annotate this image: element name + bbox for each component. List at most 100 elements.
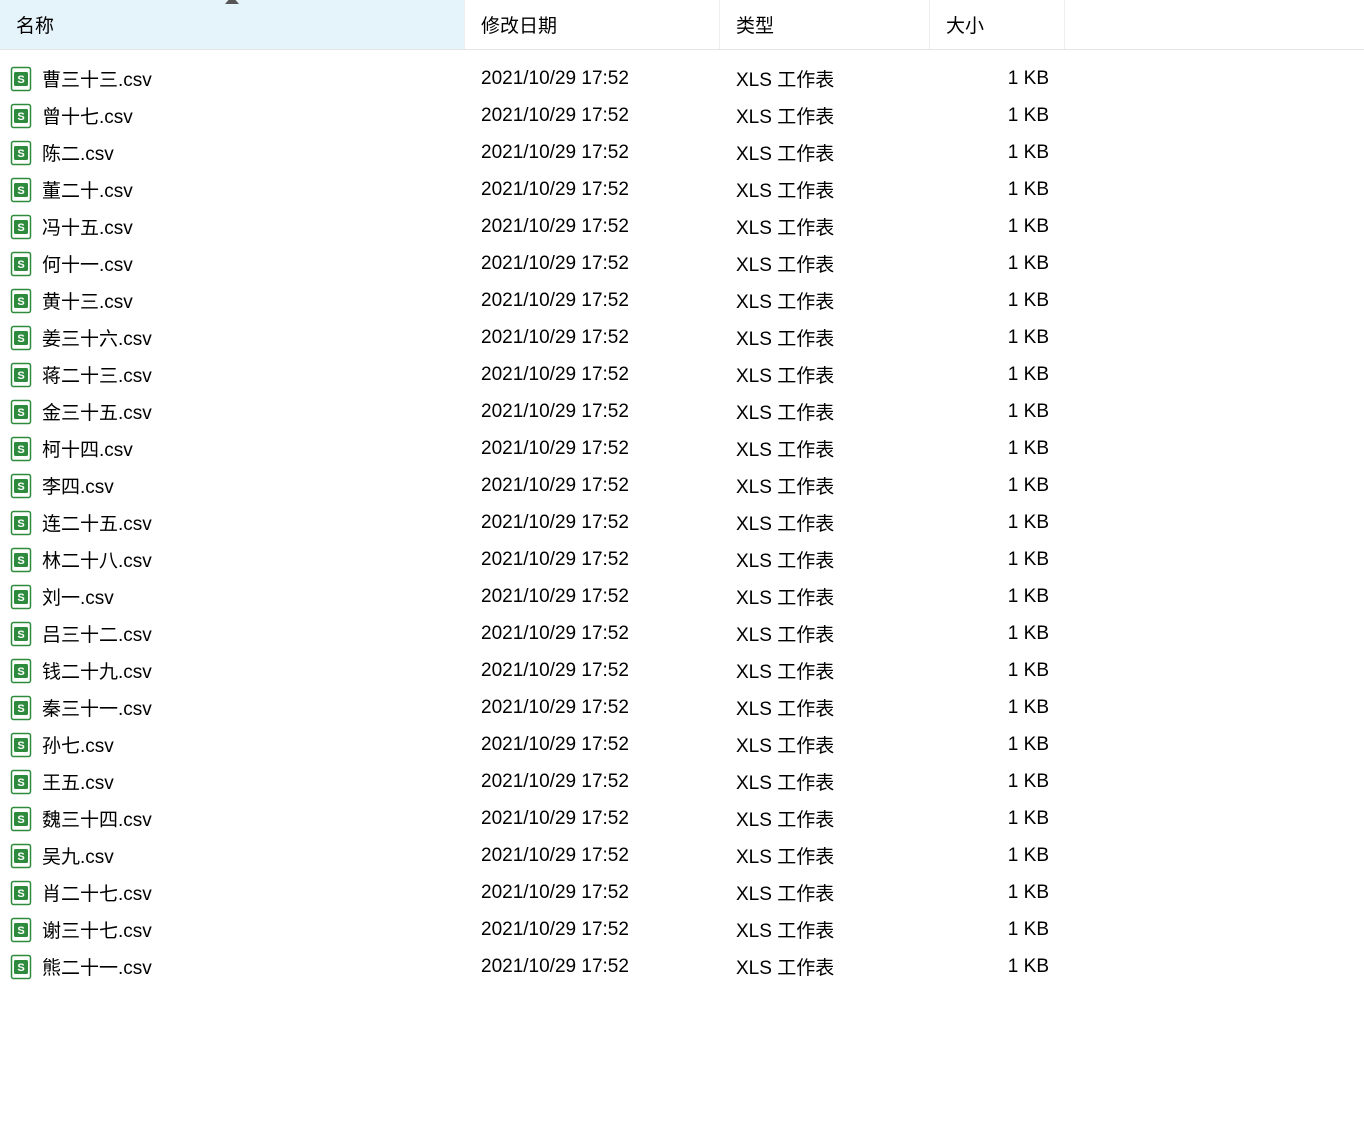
file-name-text: 林二十八.csv	[42, 546, 152, 573]
svg-text:S: S	[17, 370, 24, 382]
file-date-cell: 2021/10/29 17:52	[465, 512, 720, 534]
file-name-cell: S 吴九.csv	[0, 842, 465, 869]
file-size-cell: 1 KB	[930, 68, 1065, 90]
file-row[interactable]: S 秦三十一.csv2021/10/29 17:52XLS 工作表1 KB	[0, 689, 1364, 726]
svg-text:S: S	[17, 814, 24, 826]
file-size-cell: 1 KB	[930, 919, 1065, 941]
file-row[interactable]: S 姜三十六.csv2021/10/29 17:52XLS 工作表1 KB	[0, 319, 1364, 356]
file-name-cell: S 熊二十一.csv	[0, 953, 465, 980]
svg-text:S: S	[17, 629, 24, 641]
file-name-text: 冯十五.csv	[42, 213, 133, 240]
file-date-cell: 2021/10/29 17:52	[465, 401, 720, 423]
svg-text:S: S	[17, 74, 24, 86]
file-name-cell: S 曾十七.csv	[0, 102, 465, 129]
file-size-cell: 1 KB	[930, 438, 1065, 460]
column-header-type[interactable]: 类型	[720, 0, 930, 49]
file-name-text: 黄十三.csv	[42, 287, 133, 314]
file-name-text: 董二十.csv	[42, 176, 133, 203]
header-date-label: 修改日期	[481, 11, 557, 38]
file-row[interactable]: S 孙七.csv2021/10/29 17:52XLS 工作表1 KB	[0, 726, 1364, 763]
column-header-date[interactable]: 修改日期	[465, 0, 720, 49]
file-name-cell: S 蒋二十三.csv	[0, 361, 465, 388]
file-row[interactable]: S 林二十八.csv2021/10/29 17:52XLS 工作表1 KB	[0, 541, 1364, 578]
file-row[interactable]: S 黄十三.csv2021/10/29 17:52XLS 工作表1 KB	[0, 282, 1364, 319]
spreadsheet-file-icon: S	[10, 584, 32, 610]
file-type-cell: XLS 工作表	[720, 287, 930, 314]
file-size-cell: 1 KB	[930, 364, 1065, 386]
file-type-cell: XLS 工作表	[720, 583, 930, 610]
file-row[interactable]: S 冯十五.csv2021/10/29 17:52XLS 工作表1 KB	[0, 208, 1364, 245]
file-date-cell: 2021/10/29 17:52	[465, 586, 720, 608]
file-type-cell: XLS 工作表	[720, 361, 930, 388]
file-row[interactable]: S 蒋二十三.csv2021/10/29 17:52XLS 工作表1 KB	[0, 356, 1364, 393]
svg-text:S: S	[17, 296, 24, 308]
file-row[interactable]: S 陈二.csv2021/10/29 17:52XLS 工作表1 KB	[0, 134, 1364, 171]
file-size-cell: 1 KB	[930, 216, 1065, 238]
file-size-cell: 1 KB	[930, 956, 1065, 978]
svg-text:S: S	[17, 740, 24, 752]
spreadsheet-file-icon: S	[10, 769, 32, 795]
column-header-name[interactable]: 名称	[0, 0, 465, 49]
file-size-cell: 1 KB	[930, 623, 1065, 645]
file-row[interactable]: S 王五.csv2021/10/29 17:52XLS 工作表1 KB	[0, 763, 1364, 800]
file-name-cell: S 刘一.csv	[0, 583, 465, 610]
file-row[interactable]: S 钱二十九.csv2021/10/29 17:52XLS 工作表1 KB	[0, 652, 1364, 689]
file-type-cell: XLS 工作表	[720, 213, 930, 240]
file-size-cell: 1 KB	[930, 734, 1065, 756]
file-name-cell: S 肖二十七.csv	[0, 879, 465, 906]
file-date-cell: 2021/10/29 17:52	[465, 660, 720, 682]
spreadsheet-file-icon: S	[10, 325, 32, 351]
spreadsheet-file-icon: S	[10, 732, 32, 758]
file-size-cell: 1 KB	[930, 179, 1065, 201]
file-row[interactable]: S 熊二十一.csv2021/10/29 17:52XLS 工作表1 KB	[0, 948, 1364, 985]
svg-text:S: S	[17, 518, 24, 530]
file-type-cell: XLS 工作表	[720, 953, 930, 980]
file-name-text: 魏三十四.csv	[42, 805, 152, 832]
file-row[interactable]: S 柯十四.csv2021/10/29 17:52XLS 工作表1 KB	[0, 430, 1364, 467]
file-row[interactable]: S 金三十五.csv2021/10/29 17:52XLS 工作表1 KB	[0, 393, 1364, 430]
file-size-cell: 1 KB	[930, 845, 1065, 867]
svg-text:S: S	[17, 111, 24, 123]
file-size-cell: 1 KB	[930, 586, 1065, 608]
file-row[interactable]: S 魏三十四.csv2021/10/29 17:52XLS 工作表1 KB	[0, 800, 1364, 837]
file-row[interactable]: S 谢三十七.csv2021/10/29 17:52XLS 工作表1 KB	[0, 911, 1364, 948]
file-row[interactable]: S 吕三十二.csv2021/10/29 17:52XLS 工作表1 KB	[0, 615, 1364, 652]
file-type-cell: XLS 工作表	[720, 435, 930, 462]
file-name-text: 秦三十一.csv	[42, 694, 152, 721]
file-name-text: 刘一.csv	[42, 583, 114, 610]
spreadsheet-file-icon: S	[10, 399, 32, 425]
file-name-cell: S 吕三十二.csv	[0, 620, 465, 647]
file-row[interactable]: S 曾十七.csv2021/10/29 17:52XLS 工作表1 KB	[0, 97, 1364, 134]
file-date-cell: 2021/10/29 17:52	[465, 142, 720, 164]
file-row[interactable]: S 曹三十三.csv2021/10/29 17:52XLS 工作表1 KB	[0, 60, 1364, 97]
file-row[interactable]: S 吴九.csv2021/10/29 17:52XLS 工作表1 KB	[0, 837, 1364, 874]
file-name-text: 陈二.csv	[42, 139, 114, 166]
sort-ascending-icon	[225, 0, 239, 4]
file-row[interactable]: S 董二十.csv2021/10/29 17:52XLS 工作表1 KB	[0, 171, 1364, 208]
file-name-cell: S 钱二十九.csv	[0, 657, 465, 684]
file-date-cell: 2021/10/29 17:52	[465, 882, 720, 904]
file-row[interactable]: S 肖二十七.csv2021/10/29 17:52XLS 工作表1 KB	[0, 874, 1364, 911]
svg-text:S: S	[17, 222, 24, 234]
file-row[interactable]: S 连二十五.csv2021/10/29 17:52XLS 工作表1 KB	[0, 504, 1364, 541]
spreadsheet-file-icon: S	[10, 621, 32, 647]
file-size-cell: 1 KB	[930, 290, 1065, 312]
file-type-cell: XLS 工作表	[720, 805, 930, 832]
file-name-text: 吴九.csv	[42, 842, 114, 869]
file-name-cell: S 金三十五.csv	[0, 398, 465, 425]
header-size-label: 大小	[946, 11, 984, 38]
file-name-cell: S 李四.csv	[0, 472, 465, 499]
file-name-text: 曹三十三.csv	[42, 65, 152, 92]
file-type-cell: XLS 工作表	[720, 65, 930, 92]
file-name-text: 吕三十二.csv	[42, 620, 152, 647]
file-row[interactable]: S 李四.csv2021/10/29 17:52XLS 工作表1 KB	[0, 467, 1364, 504]
file-type-cell: XLS 工作表	[720, 731, 930, 758]
file-size-cell: 1 KB	[930, 697, 1065, 719]
spreadsheet-file-icon: S	[10, 66, 32, 92]
file-name-text: 钱二十九.csv	[42, 657, 152, 684]
svg-text:S: S	[17, 555, 24, 567]
column-header-size[interactable]: 大小	[930, 0, 1065, 49]
file-row[interactable]: S 何十一.csv2021/10/29 17:52XLS 工作表1 KB	[0, 245, 1364, 282]
spreadsheet-file-icon: S	[10, 510, 32, 536]
file-row[interactable]: S 刘一.csv2021/10/29 17:52XLS 工作表1 KB	[0, 578, 1364, 615]
